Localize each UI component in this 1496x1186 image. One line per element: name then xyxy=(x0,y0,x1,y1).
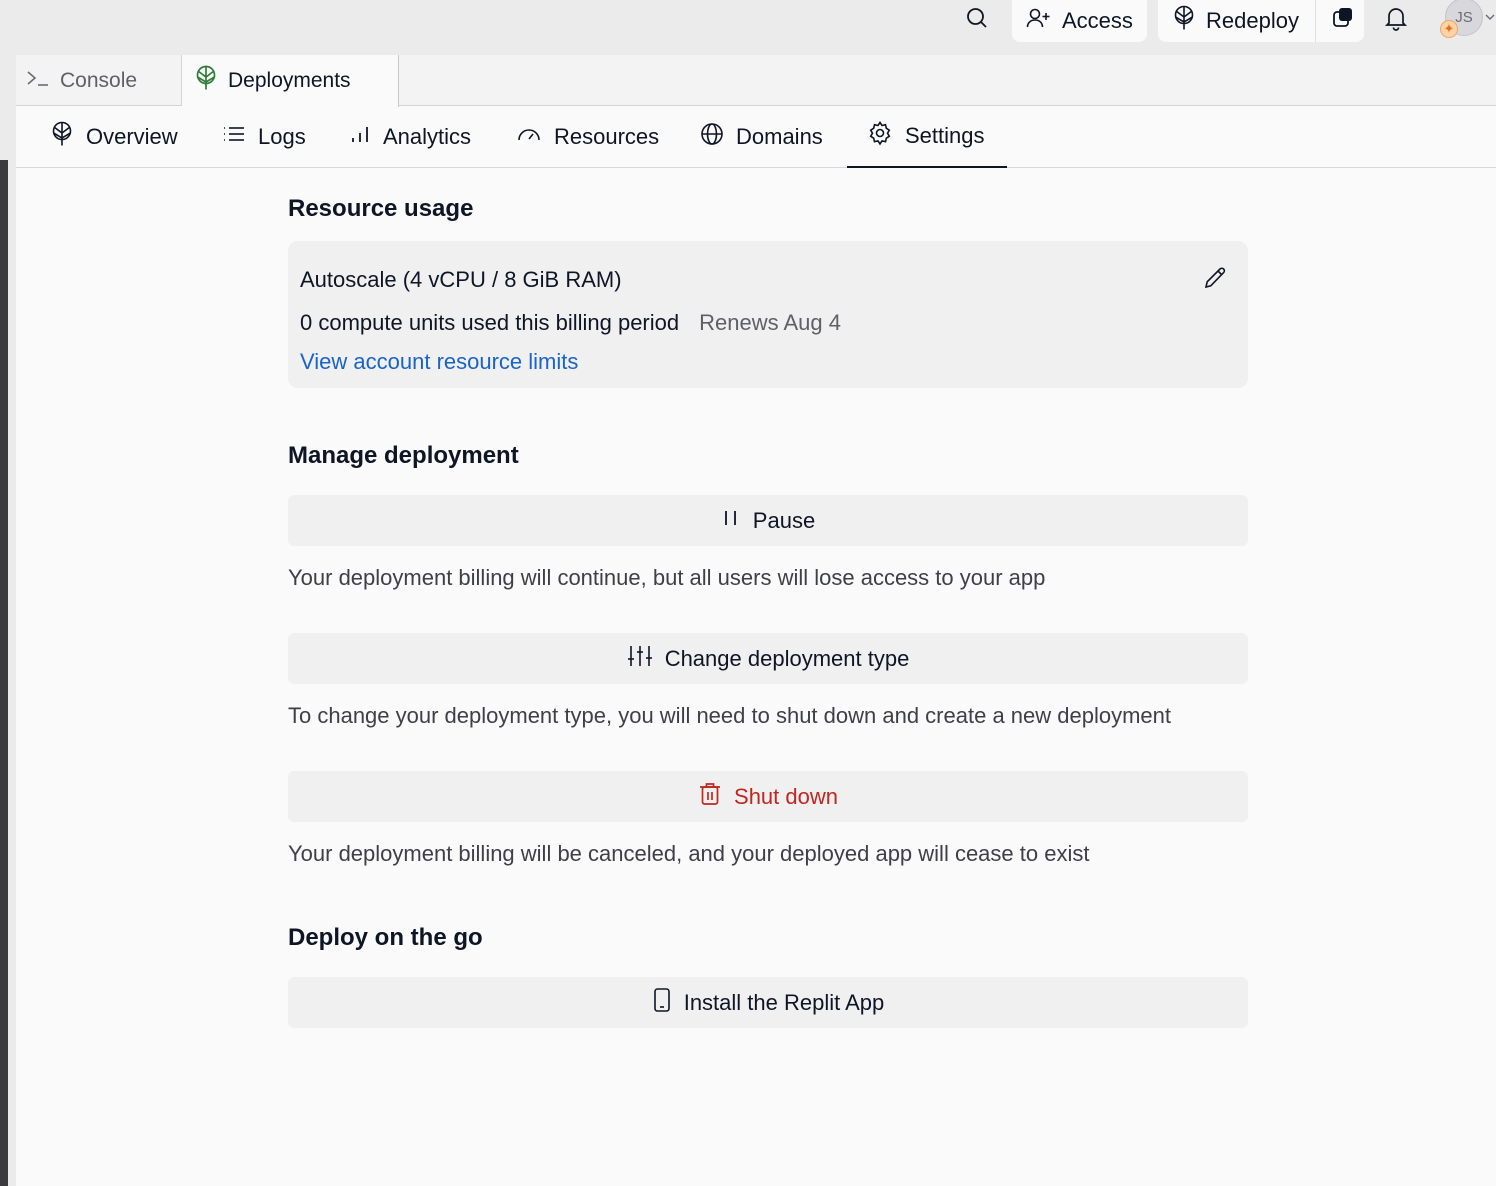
sliders-icon xyxy=(627,644,653,674)
pause-button[interactable]: Pause xyxy=(288,495,1248,546)
tab-deployments-label: Deployments xyxy=(228,69,351,92)
top-bar: Access Redeploy JS ✦ xyxy=(0,0,1496,55)
add-user-icon xyxy=(1026,6,1052,36)
subnav-domains-label: Domains xyxy=(736,124,823,149)
deploy-icon xyxy=(194,65,218,97)
access-button[interactable]: Access xyxy=(1012,0,1147,42)
subnav-resources[interactable]: Resources xyxy=(516,106,659,168)
change-type-button[interactable]: Change deployment type xyxy=(288,633,1248,684)
subnav-analytics-label: Analytics xyxy=(383,124,472,149)
resource-usage-heading: Resource usage xyxy=(288,195,474,222)
bell-icon[interactable] xyxy=(1380,3,1412,33)
subnav-settings[interactable]: Settings xyxy=(847,106,1007,168)
phone-icon xyxy=(652,987,672,1019)
shutdown-button[interactable]: Shut down xyxy=(288,771,1248,822)
deploy-icon xyxy=(1172,5,1196,37)
redeploy-button[interactable]: Redeploy xyxy=(1158,0,1364,42)
usage-row: 0 compute units used this billing period… xyxy=(300,310,841,336)
deployments-panel: Console Deployments Overview Logs Analyt… xyxy=(16,55,1496,1186)
copy-window-icon[interactable] xyxy=(1332,7,1354,35)
pause-description: Your deployment billing will continue, b… xyxy=(288,565,1046,590)
gear-icon xyxy=(867,120,893,152)
resource-limits-link[interactable]: View account resource limits xyxy=(300,349,578,375)
avatar-initials: JS xyxy=(1455,8,1473,26)
change-type-label: Change deployment type xyxy=(664,645,910,671)
subnav-overview[interactable]: Overview xyxy=(50,106,178,168)
subnav-logs[interactable]: Logs xyxy=(222,106,306,168)
bar-chart-icon xyxy=(349,123,371,151)
gauge-icon xyxy=(516,124,542,150)
renewal-date: Renews Aug 4 xyxy=(699,310,841,335)
tab-console-label: Console xyxy=(60,68,138,92)
list-icon xyxy=(222,124,246,150)
trash-icon xyxy=(698,781,722,813)
subnav-analytics[interactable]: Analytics xyxy=(349,106,471,168)
pencil-icon xyxy=(1202,265,1228,296)
tab-console[interactable]: Console xyxy=(16,55,182,106)
globe-icon xyxy=(700,122,724,152)
access-label: Access xyxy=(1062,8,1133,33)
left-panel-edge xyxy=(0,160,8,1186)
pause-label: Pause xyxy=(752,507,816,533)
left-gutter xyxy=(0,55,8,160)
subnav-resources-label: Resources xyxy=(554,124,660,149)
plan-name: Autoscale (4 vCPU / 8 GiB RAM) xyxy=(300,267,622,292)
shutdown-label: Shut down xyxy=(734,783,838,809)
terminal-icon xyxy=(26,68,50,94)
subnav-overview-label: Overview xyxy=(86,124,178,149)
manage-deployment-heading: Manage deployment xyxy=(288,442,519,469)
deploy-on-the-go-heading: Deploy on the go xyxy=(288,924,483,951)
subnav-domains[interactable]: Domains xyxy=(700,106,823,168)
change-type-description: To change your deployment type, you will… xyxy=(288,703,1171,728)
deployment-subnav: Overview Logs Analytics Resources Domain… xyxy=(16,106,1496,168)
tab-deployments[interactable]: Deployments xyxy=(182,55,399,107)
redeploy-label: Redeploy xyxy=(1206,8,1299,33)
compute-usage: 0 compute units used this billing period xyxy=(300,310,680,335)
deploy-icon xyxy=(50,121,74,153)
chevron-down-icon[interactable] xyxy=(1484,10,1496,24)
pause-icon xyxy=(721,508,741,534)
resource-usage-card: Autoscale (4 vCPU / 8 GiB RAM) 0 compute… xyxy=(288,241,1248,388)
install-app-label: Install the Replit App xyxy=(683,989,885,1015)
edit-button[interactable] xyxy=(1200,265,1230,295)
shutdown-description: Your deployment billing will be canceled… xyxy=(288,841,1090,866)
sparkle-icon: ✦ xyxy=(1440,20,1458,38)
search-icon[interactable] xyxy=(960,4,994,32)
install-app-button[interactable]: Install the Replit App xyxy=(288,977,1248,1028)
tab-bar: Console Deployments xyxy=(16,55,1496,107)
subnav-logs-label: Logs xyxy=(258,124,306,149)
subnav-settings-label: Settings xyxy=(905,123,985,148)
